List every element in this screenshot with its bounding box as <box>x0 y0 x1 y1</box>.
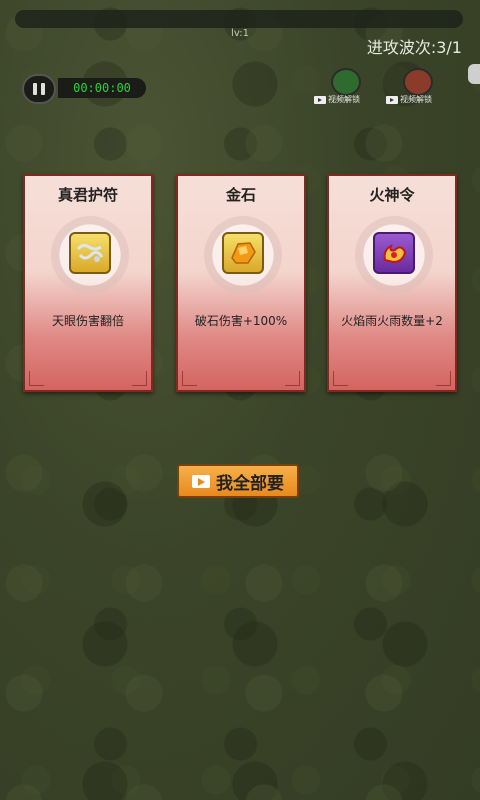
video-icon <box>314 95 326 104</box>
unlock-slot-2[interactable]: 视频解锁 <box>386 68 450 108</box>
unlock-slot-icon <box>331 68 361 96</box>
amulet-icon <box>69 232 111 274</box>
unlock-slot-icon <box>403 68 433 96</box>
reward-card-1[interactable]: 真君护符 天眼伤害翻倍 <box>23 174 153 392</box>
card-title: 真君护符 <box>57 186 118 204</box>
card-title: 火神令 <box>369 186 415 204</box>
card-description: 破石伤害+100% <box>194 314 288 328</box>
reward-card-2[interactable]: 金石 破石伤害+100% <box>176 174 306 392</box>
card-description: 火焰雨火雨数量+2 <box>341 314 443 328</box>
gold-stone-icon <box>222 232 264 274</box>
fire-token-icon <box>373 232 415 274</box>
wave-counter: 进攻波次:3/1 <box>366 38 462 57</box>
pause-icon-bar <box>41 83 45 95</box>
take-all-label: 我全部要 <box>216 473 284 494</box>
reward-card-3[interactable]: 火神令 火焰雨火雨数量+2 <box>327 174 457 392</box>
card-description: 天眼伤害翻倍 <box>51 314 124 328</box>
unlock-label: 视频解锁 <box>400 95 432 104</box>
take-all-button[interactable]: 我全部要 <box>177 464 299 498</box>
video-ad-icon <box>192 474 210 488</box>
card-title: 金石 <box>225 186 256 204</box>
video-icon <box>386 95 398 104</box>
unlock-slot-1[interactable]: 视频解锁 <box>314 68 378 108</box>
pause-icon-bar <box>33 83 37 95</box>
level-progress-bar <box>15 10 463 28</box>
pause-button[interactable] <box>22 74 56 104</box>
grass-background <box>0 0 480 800</box>
side-menu-icon[interactable] <box>468 64 480 84</box>
game-timer: 00:00:00 <box>58 78 146 98</box>
unlock-label: 视频解锁 <box>328 95 360 104</box>
